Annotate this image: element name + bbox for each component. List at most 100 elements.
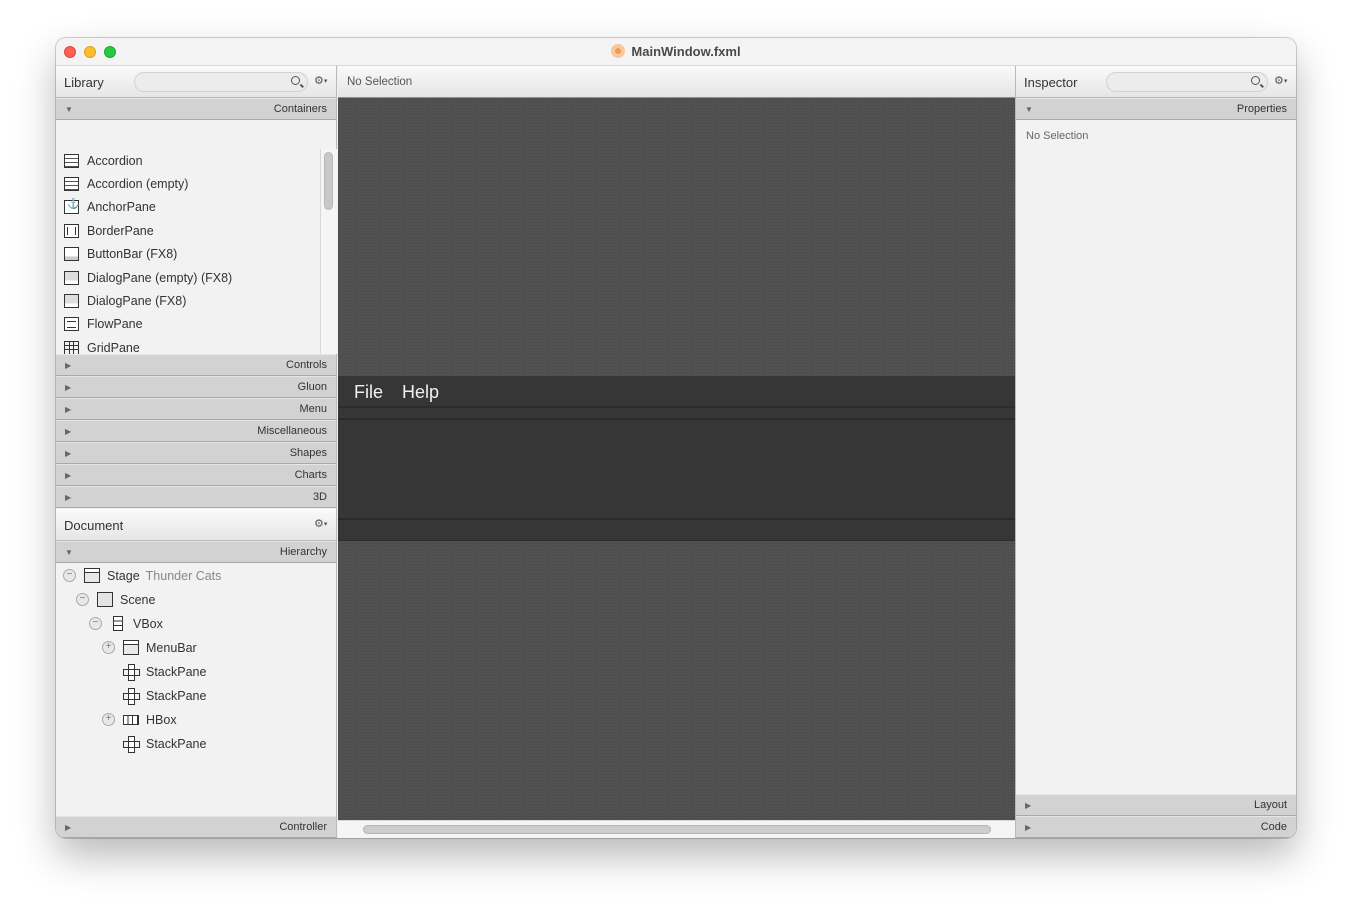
collapsed-arrow-icon: ▶ bbox=[65, 493, 72, 502]
expanded-arrow-icon: ▼ bbox=[65, 105, 73, 114]
inspector-title: Inspector bbox=[1024, 75, 1078, 90]
tree-node-label: Scene bbox=[120, 593, 156, 607]
library-item-label: FlowPane bbox=[87, 317, 143, 332]
scrollbar-thumb[interactable] bbox=[324, 152, 333, 210]
collapse-toggle-icon[interactable]: − bbox=[89, 617, 102, 630]
section-gluon[interactable]: ▶ Gluon bbox=[56, 376, 336, 398]
menubar-icon bbox=[123, 640, 139, 655]
anchor-pane-icon bbox=[64, 199, 79, 215]
content-canvas[interactable]: File Help bbox=[338, 98, 1015, 820]
document-gear-icon[interactable]: ⚙▾ bbox=[314, 517, 327, 530]
library-item-label: DialogPane (empty) (FX8) bbox=[87, 270, 233, 285]
section-hierarchy[interactable]: ▼ Hierarchy bbox=[56, 541, 336, 563]
stackpane-icon bbox=[123, 688, 140, 705]
preview-menu-help[interactable]: Help bbox=[402, 382, 439, 403]
library-item-accordion[interactable]: Accordion bbox=[56, 149, 320, 172]
section-layout[interactable]: ▶ Layout bbox=[1016, 794, 1296, 816]
dialog-pane-icon bbox=[64, 294, 79, 309]
editor-area: No Selection File Help bbox=[338, 66, 1015, 838]
inspector-search-input[interactable] bbox=[1106, 72, 1268, 92]
scrollbar-thumb[interactable] bbox=[363, 825, 991, 834]
tree-node-label: MenuBar bbox=[146, 641, 197, 655]
tree-node-stackpane[interactable]: StackPane bbox=[56, 732, 336, 756]
expanded-arrow-icon: ▼ bbox=[1025, 105, 1033, 114]
section-label: 3D bbox=[312, 491, 327, 503]
node-type: Stage bbox=[107, 569, 140, 583]
vbox-icon bbox=[113, 616, 123, 631]
accordion-icon bbox=[64, 177, 79, 192]
expand-toggle-icon[interactable]: + bbox=[102, 713, 115, 726]
tree-node-hbox[interactable]: + HBox bbox=[56, 708, 336, 732]
library-list: Accordion Accordion (empty) AnchorPane B… bbox=[56, 149, 320, 354]
horizontal-scrollbar[interactable] bbox=[338, 820, 1015, 838]
library-item-label: AnchorPane bbox=[87, 200, 156, 215]
library-item-gridpane[interactable]: GridPane bbox=[56, 336, 320, 354]
tree-node-label: Stage Thunder Cats bbox=[107, 569, 221, 583]
library-item-accordion-empty[interactable]: Accordion (empty) bbox=[56, 172, 320, 195]
section-label: Controller bbox=[279, 821, 327, 833]
library-gear-icon[interactable]: ⚙▾ bbox=[314, 74, 327, 87]
tree-node-label: StackPane bbox=[146, 737, 207, 751]
section-label: Controls bbox=[286, 359, 327, 371]
preview-menu-file[interactable]: File bbox=[354, 382, 383, 403]
library-search-input[interactable] bbox=[134, 72, 308, 92]
library-item-anchorpane[interactable]: AnchorPane bbox=[56, 196, 320, 219]
library-item-buttonbar[interactable]: ButtonBar (FX8) bbox=[56, 243, 320, 266]
tree-node-label: StackPane bbox=[146, 665, 207, 679]
hbox-icon bbox=[123, 715, 139, 725]
border-pane-icon bbox=[64, 223, 79, 238]
tree-node-stackpane[interactable]: StackPane bbox=[56, 684, 336, 708]
left-panel: Library ⚙▾ ▼ Containers Accordion Accord… bbox=[56, 66, 337, 838]
section-containers[interactable]: ▼ Containers bbox=[56, 98, 336, 120]
library-item-dialogpane-empty[interactable]: DialogPane (empty) (FX8) bbox=[56, 266, 320, 289]
tree-node-vbox[interactable]: − VBox bbox=[56, 612, 336, 636]
grid-pane-icon bbox=[64, 340, 79, 354]
preview-hbox[interactable] bbox=[338, 518, 1015, 541]
library-item-label: ButtonBar (FX8) bbox=[87, 247, 178, 262]
library-item-label: DialogPane (FX8) bbox=[87, 294, 187, 309]
section-controller[interactable]: ▶ Controller bbox=[56, 816, 336, 838]
section-label: Properties bbox=[1236, 103, 1287, 115]
app-window: MainWindow.fxml Library ⚙▾ ▼ Containers … bbox=[56, 38, 1296, 838]
fxml-file-icon bbox=[611, 44, 626, 58]
tree-node-stage[interactable]: − Stage Thunder Cats bbox=[56, 564, 336, 588]
collapsed-arrow-icon: ▶ bbox=[65, 427, 72, 436]
collapsed-arrow-icon: ▶ bbox=[65, 405, 72, 414]
tree-node-menubar[interactable]: + MenuBar bbox=[56, 636, 336, 660]
library-item-label: GridPane bbox=[87, 340, 140, 354]
collapse-toggle-icon[interactable]: − bbox=[76, 593, 89, 606]
section-properties[interactable]: ▼ Properties bbox=[1016, 98, 1296, 120]
library-item-borderpane[interactable]: BorderPane bbox=[56, 219, 320, 242]
inspector-gear-icon[interactable]: ⚙▾ bbox=[1274, 74, 1287, 87]
section-charts[interactable]: ▶ Charts bbox=[56, 464, 336, 486]
stage-icon bbox=[84, 568, 100, 583]
preview-stackpane[interactable] bbox=[338, 410, 1015, 420]
library-item-dialogpane[interactable]: DialogPane (FX8) bbox=[56, 289, 320, 312]
tree-node-stackpane[interactable]: StackPane bbox=[56, 660, 336, 684]
stackpane-icon bbox=[123, 736, 140, 753]
selection-path: No Selection bbox=[347, 76, 413, 88]
library-scrollbar[interactable] bbox=[320, 149, 337, 354]
section-miscellaneous[interactable]: ▶ Miscellaneous bbox=[56, 420, 336, 442]
library-item-flowpane[interactable]: FlowPane bbox=[56, 313, 320, 336]
collapsed-arrow-icon: ▶ bbox=[1025, 823, 1032, 832]
search-icon bbox=[1251, 76, 1260, 85]
collapse-toggle-icon[interactable]: − bbox=[63, 569, 76, 582]
document-title: Document bbox=[64, 518, 124, 533]
section-shapes[interactable]: ▶ Shapes bbox=[56, 442, 336, 464]
section-3d[interactable]: ▶ 3D bbox=[56, 486, 336, 508]
button-bar-icon bbox=[64, 247, 79, 262]
document-header: Document ⚙▾ bbox=[56, 509, 336, 541]
library-item-label: BorderPane bbox=[87, 223, 154, 238]
preview-menubar[interactable]: File Help bbox=[338, 376, 1015, 408]
tree-node-scene[interactable]: − Scene bbox=[56, 588, 336, 612]
section-code[interactable]: ▶ Code bbox=[1016, 816, 1296, 838]
expanded-arrow-icon: ▼ bbox=[65, 548, 73, 557]
section-menu[interactable]: ▶ Menu bbox=[56, 398, 336, 420]
expand-toggle-icon[interactable]: + bbox=[102, 641, 115, 654]
section-label: Hierarchy bbox=[279, 546, 327, 558]
fxml-preview[interactable]: File Help bbox=[338, 376, 1015, 541]
scene-icon bbox=[97, 592, 113, 607]
section-label: Menu bbox=[299, 403, 327, 415]
section-controls[interactable]: ▶ Controls bbox=[56, 354, 336, 376]
